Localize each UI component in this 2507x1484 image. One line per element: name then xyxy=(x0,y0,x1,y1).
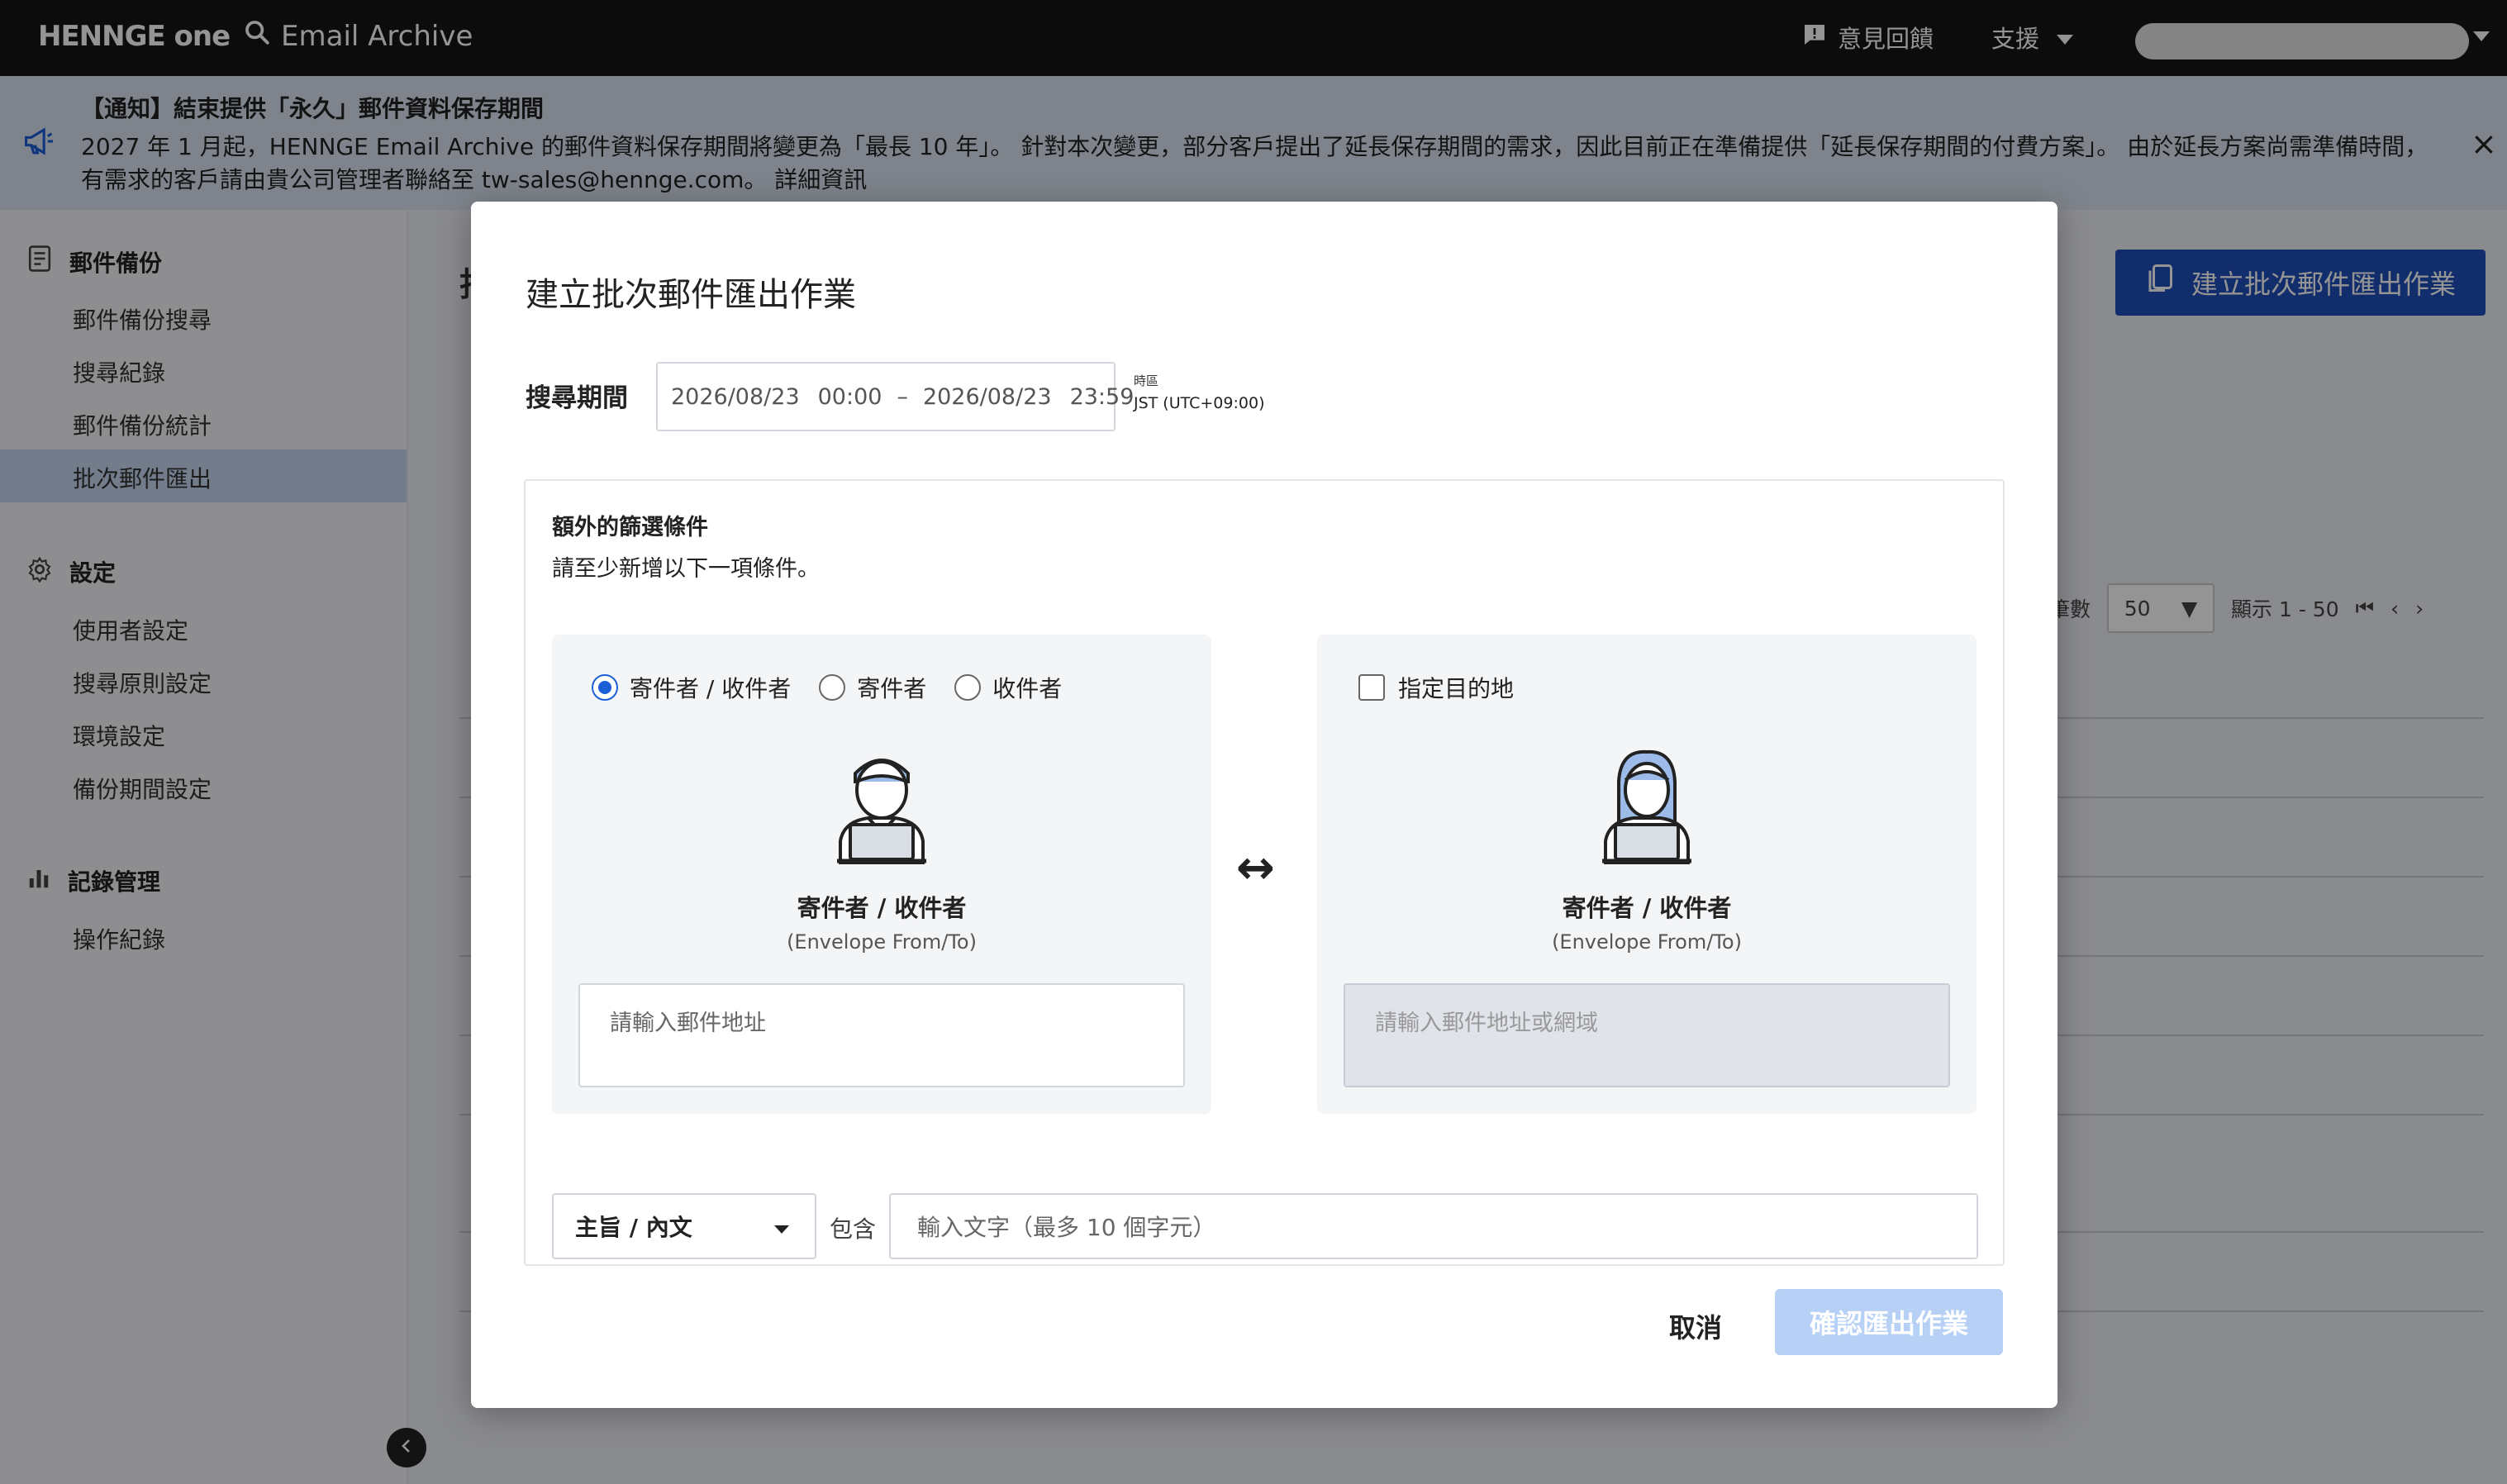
timezone-info: 時區 JST (UTC+09:00) xyxy=(1134,372,1264,412)
create-export-dialog: 建立批次郵件匯出作業 搜尋期間 2026/08/23 00:00 – 2026/… xyxy=(471,202,2057,1408)
field-select-value: 主旨 / 內文 xyxy=(575,1214,692,1241)
destination-panel: 指定目的地 寄件者 / 收件者 (Envelope From/To) 請輸入郵件… xyxy=(1317,635,1977,1114)
radio-sender[interactable]: 寄件者 xyxy=(819,671,926,704)
start-time: 00:00 xyxy=(817,383,882,410)
dialog-title: 建立批次郵件匯出作業 xyxy=(526,276,856,314)
extra-filters-section: 額外的篩選條件 請至少新增以下一項條件。 寄件者 / 收件者 寄件者 收件者 寄… xyxy=(524,479,2005,1266)
period-label: 搜尋期間 xyxy=(526,383,628,413)
radio-label: 寄件者 xyxy=(857,675,927,702)
timezone-label: 時區 xyxy=(1134,373,1159,388)
sender-panel: 寄件者 / 收件者 寄件者 收件者 寄件者 / 收件者 (Envelope Fr… xyxy=(552,635,1211,1114)
person-laptop-icon xyxy=(832,749,931,868)
filters-title: 額外的篩選條件 xyxy=(552,515,708,540)
keyword-input[interactable]: 輸入文字（最多 10 個字元） xyxy=(889,1193,1978,1259)
field-select[interactable]: 主旨 / 內文 xyxy=(552,1193,816,1259)
radio-label: 收件者 xyxy=(992,675,1063,702)
checkbox[interactable] xyxy=(1358,674,1385,701)
sender-sublabel: (Envelope From/To) xyxy=(787,930,977,954)
cancel-button[interactable]: 取消 xyxy=(1669,1307,1722,1345)
period-range-input[interactable]: 2026/08/23 00:00 – 2026/08/23 23:59 xyxy=(656,362,1134,431)
radio-label: 寄件者 / 收件者 xyxy=(630,675,792,702)
range-dash: – xyxy=(897,383,908,410)
filters-subtitle: 請至少新增以下一項條件。 xyxy=(552,556,820,582)
timezone-value: JST (UTC+09:00) xyxy=(1134,394,1265,412)
start-date: 2026/08/23 xyxy=(671,383,800,410)
specify-destination-checkbox[interactable]: 指定目的地 xyxy=(1358,671,1514,704)
destination-sublabel: (Envelope From/To) xyxy=(1552,930,1742,954)
end-time: 23:59 xyxy=(1069,383,1135,410)
radio-button[interactable] xyxy=(819,674,846,701)
radio-sender-recipient[interactable]: 寄件者 / 收件者 xyxy=(592,671,791,704)
confirm-export-button[interactable]: 確認匯出作業 xyxy=(1775,1289,2003,1355)
contains-label: 包含 xyxy=(830,1215,877,1243)
party-radio-group: 寄件者 / 收件者 寄件者 收件者 xyxy=(592,671,1090,704)
end-date: 2026/08/23 xyxy=(922,383,1052,410)
radio-button[interactable] xyxy=(954,674,982,701)
destination-label: 寄件者 / 收件者 xyxy=(1562,894,1732,922)
checkbox-label: 指定目的地 xyxy=(1398,675,1515,702)
swap-arrow-icon: ↔ xyxy=(1236,841,1275,895)
person-laptop-icon xyxy=(1597,749,1696,868)
radio-recipient[interactable]: 收件者 xyxy=(954,671,1062,704)
chevron-down-icon xyxy=(773,1213,790,1240)
destination-input[interactable]: 請輸入郵件地址或網域 xyxy=(1344,983,1950,1087)
sender-email-input[interactable]: 請輸入郵件地址 xyxy=(578,983,1185,1087)
radio-button[interactable] xyxy=(592,674,618,701)
sender-label: 寄件者 / 收件者 xyxy=(797,894,967,922)
